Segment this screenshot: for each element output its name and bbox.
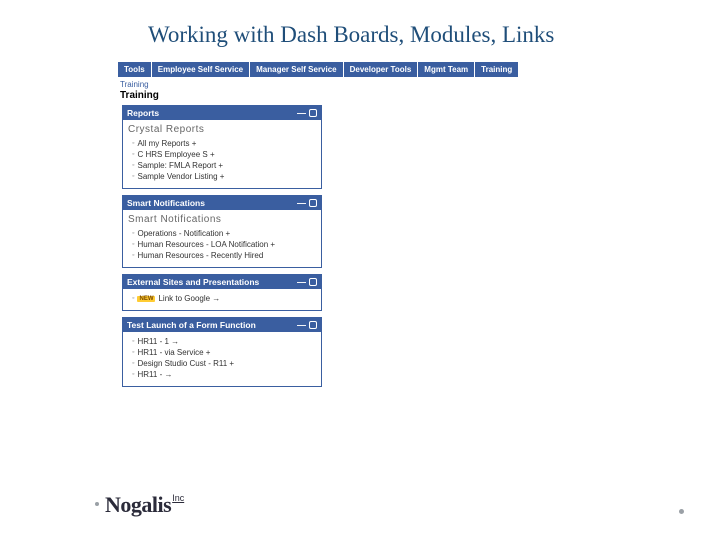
list-item[interactable]: ◦Design Studio Cust - R11 + [128, 358, 316, 369]
nav-tab-training[interactable]: Training [475, 62, 518, 77]
nav-tab-dev[interactable]: Developer Tools [344, 62, 418, 77]
bullet-icon: ◦ [132, 360, 134, 367]
bullet-icon: ◦ [132, 349, 134, 356]
module-smart-notifications: Smart Notifications — Smart Notification… [122, 195, 322, 268]
module-external-sites: External Sites and Presentations — ◦ NEW… [122, 274, 322, 311]
module-header[interactable]: Test Launch of a Form Function — [123, 318, 321, 332]
bullet-icon: ◦ [132, 230, 134, 237]
gear-icon[interactable] [309, 109, 317, 117]
module-subhead: Crystal Reports [128, 124, 316, 138]
module-reports: Reports — Crystal Reports ◦All my Report… [122, 105, 322, 189]
gear-icon[interactable] [309, 199, 317, 207]
module-header[interactable]: Smart Notifications — [123, 196, 321, 210]
list-item[interactable]: ◦Human Resources - LOA Notification + [128, 239, 316, 250]
logo-suffix: Inc [172, 493, 184, 503]
logo-dot-icon [95, 502, 99, 506]
minimize-icon[interactable]: — [297, 277, 306, 287]
module-title: Smart Notifications [127, 198, 205, 208]
bullet-icon: ◦ [132, 140, 134, 147]
list-item[interactable]: ◦HR11 - 1 → [128, 336, 316, 347]
list-item[interactable]: ◦All my Reports + [128, 138, 316, 149]
nogalis-logo: Nogalis Inc [95, 492, 184, 518]
slide-corner-dot-icon [679, 509, 684, 514]
gear-icon[interactable] [309, 321, 317, 329]
bullet-icon: ◦ [132, 173, 134, 180]
top-nav: Tools Employee Self Service Manager Self… [118, 62, 578, 77]
list-item[interactable]: ◦Human Resources - Recently Hired [128, 250, 316, 261]
module-header[interactable]: External Sites and Presentations — [123, 275, 321, 289]
list-item[interactable]: ◦Sample Vendor Listing + [128, 171, 316, 182]
list-item[interactable]: ◦HR11 - → [128, 369, 316, 380]
bullet-icon: ◦ [132, 338, 134, 345]
module-test-launch: Test Launch of a Form Function — ◦HR11 -… [122, 317, 322, 387]
nav-tab-tools[interactable]: Tools [118, 62, 151, 77]
page-heading: Training [118, 90, 578, 105]
gear-icon[interactable] [309, 278, 317, 286]
minimize-icon[interactable]: — [297, 320, 306, 330]
list-item[interactable]: ◦Sample: FMLA Report + [128, 160, 316, 171]
slide-title: Working with Dash Boards, Modules, Links [0, 0, 720, 48]
bullet-icon: ◦ [132, 371, 134, 378]
module-header[interactable]: Reports — [123, 106, 321, 120]
list-item[interactable]: ◦HR11 - via Service + [128, 347, 316, 358]
new-badge: NEW [137, 296, 155, 302]
bullet-icon: ◦ [132, 162, 134, 169]
module-title: Test Launch of a Form Function [127, 320, 256, 330]
module-title: Reports [127, 108, 159, 118]
list-item[interactable]: ◦C HRS Employee S + [128, 149, 316, 160]
module-subhead: Smart Notifications [128, 214, 316, 228]
bullet-icon: ◦ [132, 295, 134, 302]
minimize-icon[interactable]: — [297, 108, 306, 118]
list-item[interactable]: ◦Operations - Notification + [128, 228, 316, 239]
bullet-icon: ◦ [132, 151, 134, 158]
logo-text: Nogalis [105, 492, 171, 518]
module-controls[interactable]: — [297, 198, 317, 208]
bullet-icon: ◦ [132, 241, 134, 248]
bullet-icon: ◦ [132, 252, 134, 259]
module-controls[interactable]: — [297, 108, 317, 118]
module-title: External Sites and Presentations [127, 277, 259, 287]
minimize-icon[interactable]: — [297, 198, 306, 208]
breadcrumb: Training [118, 77, 578, 90]
nav-tab-mgmt[interactable]: Mgmt Team [418, 62, 474, 77]
nav-tab-mss[interactable]: Manager Self Service [250, 62, 342, 77]
module-controls[interactable]: — [297, 320, 317, 330]
nav-tab-ess[interactable]: Employee Self Service [152, 62, 249, 77]
dashboard-screenshot: Tools Employee Self Service Manager Self… [118, 62, 578, 472]
list-item[interactable]: ◦ NEW Link to Google → [128, 293, 316, 304]
module-controls[interactable]: — [297, 277, 317, 287]
